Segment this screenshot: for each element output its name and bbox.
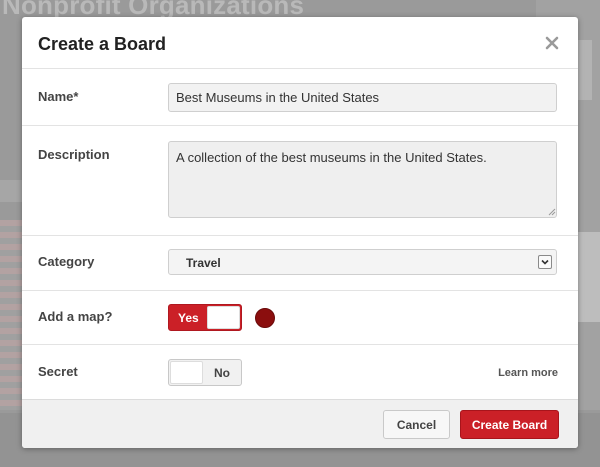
secret-toggle[interactable]: No bbox=[168, 359, 242, 386]
resize-handle-icon[interactable] bbox=[548, 208, 556, 216]
description-row: Description bbox=[22, 126, 578, 236]
create-board-dialog: Create a Board Name* Description Categor… bbox=[22, 17, 578, 448]
background-thumbnails bbox=[0, 220, 24, 410]
name-row: Name* bbox=[22, 69, 578, 126]
name-input[interactable] bbox=[168, 83, 557, 112]
map-toggle-knob[interactable] bbox=[207, 306, 240, 329]
map-color-dot[interactable] bbox=[255, 308, 275, 328]
map-label: Add a map? bbox=[38, 309, 113, 324]
secret-label: Secret bbox=[38, 364, 78, 379]
learn-more-link[interactable]: Learn more bbox=[498, 367, 558, 379]
map-toggle[interactable]: Yes bbox=[168, 304, 242, 331]
dialog-header: Create a Board bbox=[22, 17, 578, 69]
create-board-button[interactable]: Create Board bbox=[460, 410, 559, 439]
cancel-button[interactable]: Cancel bbox=[383, 410, 450, 439]
map-row: Add a map? Yes bbox=[22, 291, 578, 345]
category-row: Category Travel bbox=[22, 236, 578, 291]
secret-row: Secret No Learn more bbox=[22, 345, 578, 400]
category-label: Category bbox=[38, 254, 95, 269]
category-selected-value: Travel bbox=[186, 256, 221, 270]
dialog-footer: Cancel Create Board bbox=[22, 400, 578, 448]
secret-toggle-text: No bbox=[214, 366, 230, 380]
secret-toggle-knob[interactable] bbox=[170, 361, 203, 384]
map-toggle-text: Yes bbox=[178, 311, 199, 325]
close-icon[interactable] bbox=[544, 35, 560, 51]
description-label: Description bbox=[38, 147, 110, 162]
name-label: Name* bbox=[38, 89, 79, 104]
chevron-down-icon[interactable] bbox=[538, 255, 552, 269]
category-select[interactable]: Travel bbox=[168, 249, 557, 275]
dialog-title: Create a Board bbox=[38, 34, 167, 54]
description-input[interactable] bbox=[168, 141, 557, 218]
